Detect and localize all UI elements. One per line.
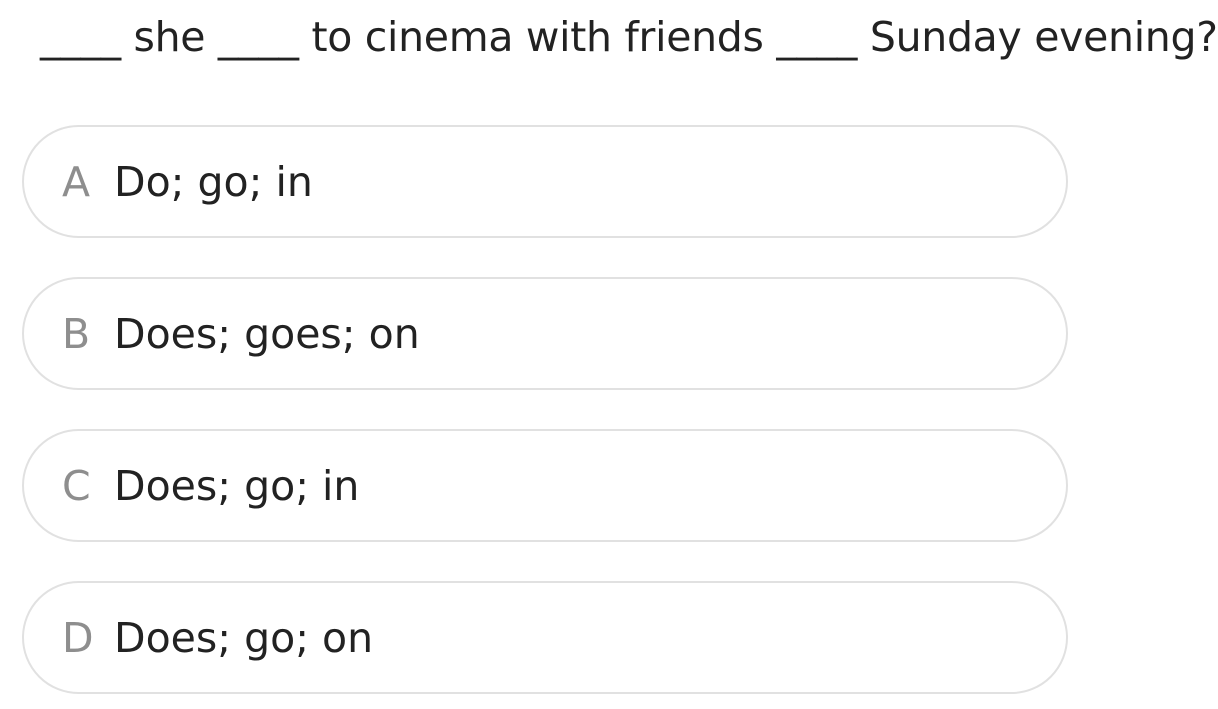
answer-options: A Do; go; in B Does; goes; on C Does; go… xyxy=(22,125,1068,694)
question-text: ____ she ____ to cinema with friends ___… xyxy=(40,13,1218,61)
option-d[interactable]: D Does; go; on xyxy=(22,581,1068,694)
option-text: Does; goes; on xyxy=(114,309,420,358)
option-letter: A xyxy=(62,157,91,206)
option-text: Does; go; on xyxy=(114,613,374,662)
option-letter: D xyxy=(62,613,94,662)
option-b[interactable]: B Does; goes; on xyxy=(22,277,1068,390)
option-text: Do; go; in xyxy=(114,157,313,206)
option-letter: B xyxy=(62,309,91,358)
option-text: Does; go; in xyxy=(114,461,360,510)
option-letter: C xyxy=(62,461,91,510)
option-c[interactable]: C Does; go; in xyxy=(22,429,1068,542)
option-a[interactable]: A Do; go; in xyxy=(22,125,1068,238)
